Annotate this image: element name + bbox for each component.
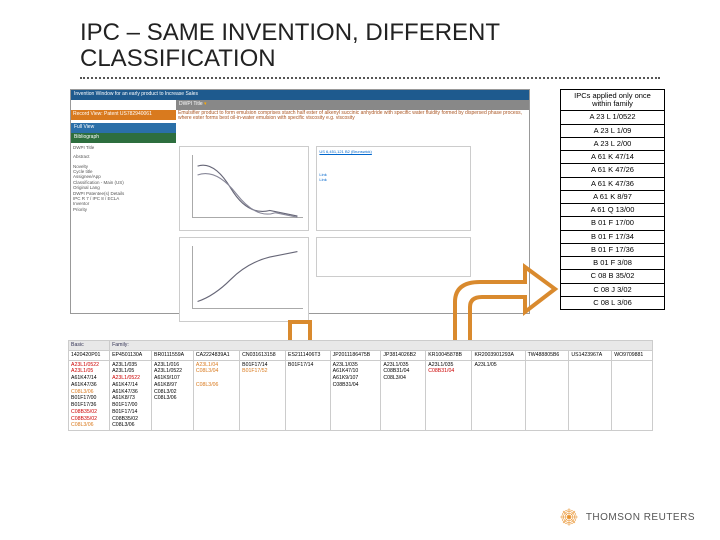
left-metadata: DWPI Title Abstract Novelty Cycle title … xyxy=(71,143,176,214)
link-box: US 6,451,121 B2 (Brunswick) Link Link xyxy=(316,146,471,231)
biblio-tab[interactable]: Bibliograph xyxy=(71,133,176,143)
record-bar: Record View: Patent US782940061 xyxy=(71,110,176,120)
ipc-side-table: IPCs applied only once within family A 2… xyxy=(560,89,665,310)
emulsion-text: Emulsifier product to form emulsion comp… xyxy=(176,110,529,123)
side-table-header: IPCs applied only once within family xyxy=(561,89,665,111)
title-underline xyxy=(80,77,660,79)
family-table: Basic Family: 1420420P01EP4501130ABR0111… xyxy=(68,340,653,431)
window-titlebar: Invention Window for an early product to… xyxy=(71,90,529,100)
chart-thumbnail-2 xyxy=(179,237,309,322)
footer-text: THOMSON REUTERS xyxy=(586,512,695,523)
thomson-reuters-icon xyxy=(558,506,580,528)
dwpi-title-label: DWPI Title xyxy=(179,101,203,107)
page-title: IPC – SAME INVENTION, DIFFERENT CLASSIFI… xyxy=(80,20,660,73)
chart-thumbnail xyxy=(179,146,309,231)
cell-basic: A23L1/0522 A23L1/05 A61K47/14 A61K47/36 … xyxy=(69,360,110,431)
footer-logo: THOMSON REUTERS xyxy=(558,506,695,528)
full-view-tab[interactable]: Full View xyxy=(71,123,176,133)
